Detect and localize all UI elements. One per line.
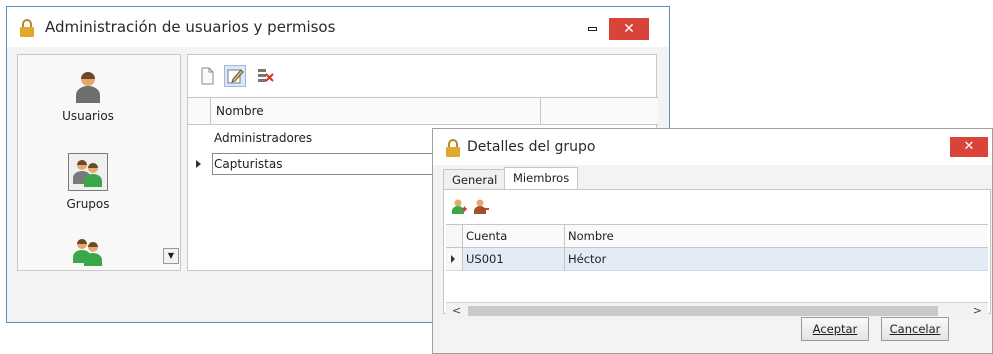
lock-icon (20, 19, 34, 37)
table-row[interactable]: US001 Héctor (446, 248, 988, 271)
sidebar-item-grupos[interactable]: Grupos (18, 153, 158, 211)
new-button[interactable] (196, 65, 218, 87)
window-title: Administración de usuarios y permisos (45, 18, 336, 36)
cell-nombre: Administradores (214, 131, 313, 145)
sidebar-item-label: Usuarios (62, 109, 114, 123)
remove-member-icon[interactable] (472, 198, 490, 216)
edit-button[interactable] (224, 65, 246, 87)
title-bar: Administración de usuarios y permisos ✕ (7, 7, 669, 47)
module-sidebar: Usuarios Grupos ▼ (17, 54, 181, 271)
new-document-icon (201, 67, 214, 85)
close-button[interactable]: ✕ (950, 137, 988, 157)
scroll-right-icon[interactable]: > (973, 303, 982, 319)
cell-nombre: Héctor (568, 252, 607, 266)
lock-icon (446, 139, 460, 157)
group-icon (68, 153, 108, 191)
sidebar-item-label: Grupos (66, 197, 110, 211)
accept-button[interactable]: Aceptar (801, 317, 869, 341)
grid-header: Cuenta Nombre (446, 224, 988, 248)
cell-cuenta: US001 (466, 252, 504, 266)
delete-button[interactable] (254, 65, 276, 87)
group-permissions-icon (73, 239, 102, 266)
sidebar-item-usuarios[interactable]: Usuarios (18, 69, 158, 123)
members-panel: Cuenta Nombre US001 Héctor < > (443, 189, 991, 319)
column-header-nombre[interactable]: Nombre (568, 225, 614, 247)
delete-icon (258, 69, 274, 82)
cancel-button[interactable]: Cancelar (881, 317, 949, 341)
minimize-icon (588, 27, 597, 31)
group-details-window: Detalles del grupo ✕ General Miembros Cu… (432, 128, 993, 354)
cell-nombre: Capturistas (214, 157, 283, 171)
scrollbar-thumb[interactable] (468, 306, 938, 316)
column-header-nombre[interactable]: Nombre (216, 98, 264, 124)
tab-miembros[interactable]: Miembros (504, 167, 579, 190)
members-grid: Cuenta Nombre US001 Héctor (446, 224, 988, 271)
column-header-cuenta[interactable]: Cuenta (466, 225, 507, 247)
grid-header: Nombre (188, 97, 658, 125)
edit-icon (227, 69, 244, 84)
title-bar: Detalles del grupo ✕ (433, 129, 992, 165)
user-icon (76, 72, 100, 103)
close-button[interactable]: ✕ (609, 18, 649, 40)
minimize-button[interactable] (575, 18, 609, 40)
scroll-left-icon[interactable]: < (452, 303, 461, 319)
current-row-arrow-icon (451, 255, 455, 263)
add-member-icon[interactable] (450, 198, 468, 216)
sidebar-item-permisos[interactable] (18, 235, 158, 273)
tab-general[interactable]: General (443, 169, 507, 189)
current-row-arrow-icon (196, 160, 201, 168)
window-title: Detalles del grupo (467, 139, 596, 155)
sidebar-scroll-down-button[interactable]: ▼ (163, 248, 179, 264)
